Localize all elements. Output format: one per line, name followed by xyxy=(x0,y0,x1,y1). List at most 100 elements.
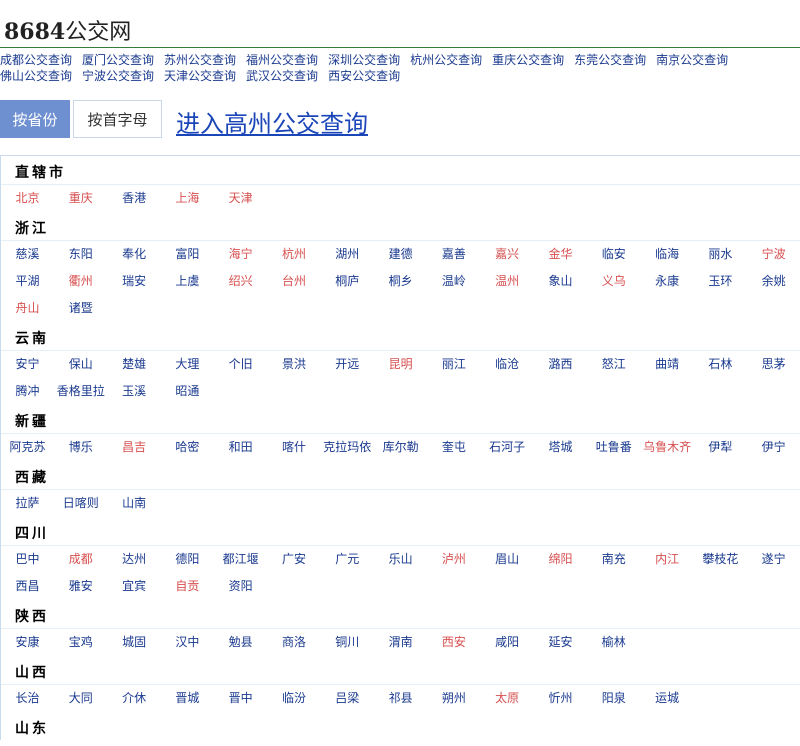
city-link[interactable]: 香港 xyxy=(108,185,161,212)
city-link[interactable]: 克拉玛依 xyxy=(321,434,374,461)
city-link[interactable]: 奎屯 xyxy=(427,434,480,461)
city-link[interactable]: 慈溪 xyxy=(1,241,54,268)
nav-city-link[interactable]: 武汉公交查询 xyxy=(246,69,318,83)
nav-city-link[interactable]: 杭州公交查询 xyxy=(410,53,482,67)
city-link[interactable]: 临安 xyxy=(587,241,640,268)
city-link[interactable]: 保山 xyxy=(54,351,107,378)
city-link[interactable]: 富阳 xyxy=(161,241,214,268)
city-link[interactable]: 玉环 xyxy=(694,268,747,295)
city-link[interactable]: 阳泉 xyxy=(587,685,640,712)
city-link[interactable]: 德阳 xyxy=(161,546,214,573)
city-link[interactable]: 腾冲 xyxy=(1,378,54,405)
city-link[interactable]: 自贡 xyxy=(161,573,214,600)
city-link[interactable]: 杭州 xyxy=(268,241,321,268)
city-link[interactable]: 丽水 xyxy=(694,241,747,268)
city-link[interactable]: 伊犁 xyxy=(694,434,747,461)
city-link[interactable]: 成都 xyxy=(54,546,107,573)
city-link[interactable]: 金华 xyxy=(534,241,587,268)
city-link[interactable]: 日喀则 xyxy=(54,490,107,517)
city-link[interactable]: 铜川 xyxy=(321,629,374,656)
nav-city-link[interactable]: 东莞公交查询 xyxy=(574,53,646,67)
city-link[interactable]: 楚雄 xyxy=(108,351,161,378)
city-link[interactable]: 南充 xyxy=(587,546,640,573)
enter-gaozhou-link[interactable]: 进入高州公交查询 xyxy=(176,104,368,139)
city-link[interactable]: 奉化 xyxy=(108,241,161,268)
city-link[interactable]: 忻州 xyxy=(534,685,587,712)
city-link[interactable]: 临汾 xyxy=(268,685,321,712)
city-link[interactable]: 建德 xyxy=(374,241,427,268)
city-link[interactable]: 开远 xyxy=(321,351,374,378)
city-link[interactable]: 资阳 xyxy=(214,573,267,600)
tab-by-province[interactable]: 按省份 xyxy=(0,100,70,138)
city-link[interactable]: 玉溪 xyxy=(108,378,161,405)
city-link[interactable]: 城固 xyxy=(108,629,161,656)
city-link[interactable]: 临沧 xyxy=(481,351,534,378)
city-link[interactable]: 塔城 xyxy=(534,434,587,461)
city-link[interactable]: 达州 xyxy=(108,546,161,573)
city-link[interactable]: 平湖 xyxy=(1,268,54,295)
city-link[interactable]: 上虞 xyxy=(161,268,214,295)
city-link[interactable]: 湖州 xyxy=(321,241,374,268)
city-link[interactable]: 曲靖 xyxy=(641,351,694,378)
city-link[interactable]: 商洛 xyxy=(268,629,321,656)
city-link[interactable]: 运城 xyxy=(641,685,694,712)
tab-by-initial[interactable]: 按首字母 xyxy=(73,100,162,138)
city-link[interactable]: 库尔勒 xyxy=(374,434,427,461)
city-link[interactable]: 晋城 xyxy=(161,685,214,712)
city-link[interactable]: 嘉兴 xyxy=(481,241,534,268)
city-link[interactable]: 哈密 xyxy=(161,434,214,461)
city-link[interactable]: 永康 xyxy=(641,268,694,295)
city-link[interactable]: 吕梁 xyxy=(321,685,374,712)
city-link[interactable]: 怒江 xyxy=(587,351,640,378)
nav-city-link[interactable]: 苏州公交查询 xyxy=(164,53,236,67)
city-link[interactable]: 昌吉 xyxy=(108,434,161,461)
city-link[interactable]: 长治 xyxy=(1,685,54,712)
city-link[interactable]: 西昌 xyxy=(1,573,54,600)
city-link[interactable]: 汉中 xyxy=(161,629,214,656)
nav-city-link[interactable]: 福州公交查询 xyxy=(246,53,318,67)
city-link[interactable]: 重庆 xyxy=(54,185,107,212)
city-link[interactable]: 延安 xyxy=(534,629,587,656)
city-link[interactable]: 桐庐 xyxy=(321,268,374,295)
city-link[interactable]: 景洪 xyxy=(268,351,321,378)
city-link[interactable]: 大理 xyxy=(161,351,214,378)
nav-city-link[interactable]: 佛山公交查询 xyxy=(0,69,72,83)
city-link[interactable]: 吐鲁番 xyxy=(587,434,640,461)
city-link[interactable]: 上海 xyxy=(161,185,214,212)
city-link[interactable]: 大同 xyxy=(54,685,107,712)
city-link[interactable]: 伊宁 xyxy=(747,434,800,461)
city-link[interactable]: 攀枝花 xyxy=(694,546,747,573)
city-link[interactable]: 绵阳 xyxy=(534,546,587,573)
city-link[interactable]: 内江 xyxy=(641,546,694,573)
city-link[interactable]: 石河子 xyxy=(481,434,534,461)
city-link[interactable]: 渭南 xyxy=(374,629,427,656)
city-link[interactable]: 温岭 xyxy=(427,268,480,295)
city-link[interactable]: 西安 xyxy=(427,629,480,656)
city-link[interactable]: 勉县 xyxy=(214,629,267,656)
city-link[interactable]: 雅安 xyxy=(54,573,107,600)
city-link[interactable]: 山南 xyxy=(108,490,161,517)
city-link[interactable]: 义乌 xyxy=(587,268,640,295)
nav-city-link[interactable]: 厦门公交查询 xyxy=(82,53,154,67)
city-link[interactable]: 介休 xyxy=(108,685,161,712)
city-link[interactable]: 天津 xyxy=(214,185,267,212)
city-link[interactable]: 临海 xyxy=(641,241,694,268)
city-link[interactable]: 遂宁 xyxy=(747,546,800,573)
city-link[interactable]: 舟山 xyxy=(1,295,54,322)
city-link[interactable]: 喀什 xyxy=(268,434,321,461)
city-link[interactable]: 乐山 xyxy=(374,546,427,573)
city-link[interactable]: 安宁 xyxy=(1,351,54,378)
city-link[interactable]: 海宁 xyxy=(214,241,267,268)
city-link[interactable]: 绍兴 xyxy=(214,268,267,295)
city-link[interactable]: 咸阳 xyxy=(481,629,534,656)
city-link[interactable]: 泸州 xyxy=(427,546,480,573)
city-link[interactable]: 广元 xyxy=(321,546,374,573)
city-link[interactable]: 巴中 xyxy=(1,546,54,573)
city-link[interactable]: 东阳 xyxy=(54,241,107,268)
city-link[interactable]: 瑞安 xyxy=(108,268,161,295)
city-link[interactable]: 阿克苏 xyxy=(1,434,54,461)
city-link[interactable]: 安康 xyxy=(1,629,54,656)
city-link[interactable]: 昆明 xyxy=(374,351,427,378)
city-link[interactable]: 个旧 xyxy=(214,351,267,378)
city-link[interactable]: 乌鲁木齐 xyxy=(641,434,694,461)
